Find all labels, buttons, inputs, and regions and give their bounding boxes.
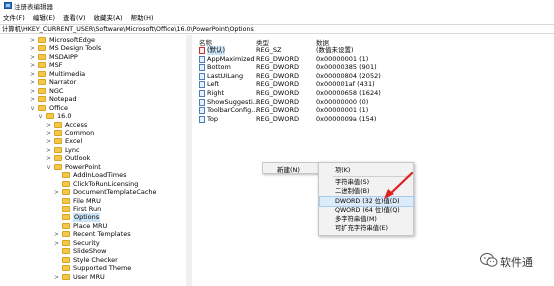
folder-icon <box>62 222 70 229</box>
folder-icon <box>38 70 46 77</box>
folder-icon <box>62 248 70 255</box>
folder-icon <box>54 146 62 153</box>
address-bar[interactable]: 计算机\HKEY_CURRENT_USER\Software\Microsoft… <box>0 24 554 34</box>
context-menu-new[interactable]: 新建(N) › <box>262 162 324 174</box>
binary-value-icon <box>199 55 205 63</box>
menu-file[interactable]: 文件(F) <box>0 13 30 23</box>
binary-value-icon <box>199 107 205 115</box>
watermark-text: 软件通 <box>500 256 533 269</box>
folder-icon <box>54 163 62 170</box>
submenu-item[interactable]: 多字符串值(M) <box>320 215 413 224</box>
window-title: 注册表编辑器 <box>14 3 53 11</box>
folder-icon <box>38 53 46 60</box>
menu-favorites[interactable]: 收藏夹(A) <box>91 13 128 23</box>
folder-icon <box>38 87 46 94</box>
binary-value-icon <box>199 64 205 72</box>
tree-item[interactable]: > User MRU <box>0 273 186 282</box>
binary-value-icon <box>199 81 205 89</box>
folder-icon <box>54 129 62 136</box>
folder-icon <box>54 155 62 162</box>
folder-icon <box>38 45 46 52</box>
submenu-item[interactable]: 可扩充字符串值(E) <box>320 224 413 233</box>
folder-icon <box>62 231 70 238</box>
title-bar: 注册表编辑器 <box>0 0 554 11</box>
folder-icon <box>62 197 70 204</box>
value-type: REG_DWORD <box>256 114 299 123</box>
binary-value-icon <box>199 115 205 123</box>
watermark: 软件通 <box>478 248 552 274</box>
folder-icon <box>38 104 46 111</box>
binary-value-icon <box>199 90 205 97</box>
submenu-item[interactable]: QWORD (64 位)值(Q) <box>320 206 413 215</box>
address-path[interactable]: 计算机\HKEY_CURRENT_USER\Software\Microsoft… <box>2 25 254 34</box>
red-pointer-arrow-icon <box>384 171 414 199</box>
folder-icon <box>54 121 62 128</box>
chevron-right-icon[interactable]: > <box>54 273 59 282</box>
folder-icon <box>62 180 70 187</box>
folder-icon <box>62 239 70 246</box>
folder-icon <box>62 189 70 196</box>
string-value-icon <box>199 47 205 54</box>
menu-help[interactable]: 帮助(H) <box>128 13 159 23</box>
folder-icon <box>54 138 62 145</box>
folder-icon <box>38 79 46 86</box>
folder-icon <box>62 265 70 272</box>
menu-view[interactable]: 查看(V) <box>60 13 91 23</box>
folder-icon <box>38 96 46 103</box>
folder-icon <box>38 62 46 69</box>
folder-icon <box>38 37 46 43</box>
menu-bar: 文件(F) 编辑(E) 查看(V) 收藏夹(A) 帮助(H) <box>0 13 554 23</box>
value-name[interactable]: Top <box>207 115 218 124</box>
binary-value-icon <box>199 72 205 80</box>
menu-edit[interactable]: 编辑(E) <box>30 13 60 23</box>
binary-value-icon <box>199 98 205 106</box>
context-menu-new-label[interactable]: 新建(N) <box>277 164 300 174</box>
folder-icon <box>62 206 70 212</box>
tree-scrollbar[interactable] <box>186 35 192 286</box>
tree-item-label[interactable]: User MRU <box>73 273 105 282</box>
folder-icon <box>62 256 70 263</box>
folder-icon <box>62 273 70 280</box>
folder-icon <box>46 113 54 120</box>
value-row[interactable]: Top REG_DWORD 0x0000009a (154) <box>196 115 554 124</box>
registry-tree[interactable]: > MicrosoftEdge > MS Design Tools > MSDAIPP > M… <box>0 35 192 286</box>
registry-editor-icon <box>4 2 12 9</box>
folder-icon <box>62 172 70 179</box>
value-data: 0x0000009a (154) <box>316 114 377 123</box>
wechat-logo-icon <box>480 253 498 267</box>
folder-icon <box>62 214 70 221</box>
